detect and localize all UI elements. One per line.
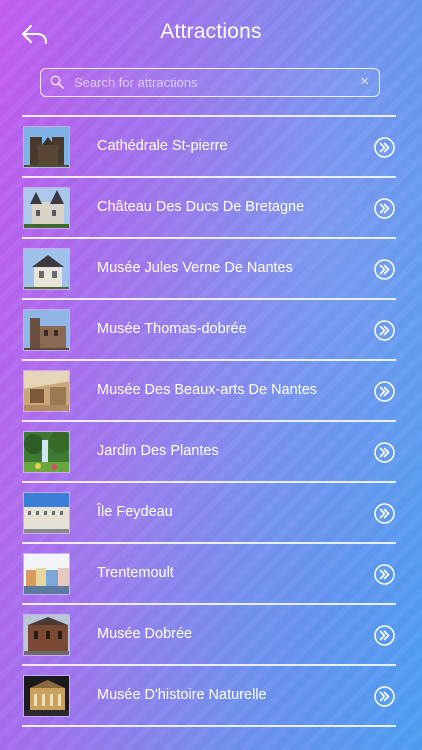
double-chevron-right-icon[interactable] — [374, 258, 395, 280]
attraction-name: Musée Des Beaux-arts De Nantes — [97, 381, 318, 398]
double-chevron-right-icon[interactable] — [374, 624, 395, 646]
attraction-name: Trentemoult — [97, 564, 174, 581]
attraction-thumbnail — [23, 552, 70, 595]
attraction-thumbnail — [23, 308, 70, 351]
attraction-name: Île Feydeau — [97, 503, 173, 520]
list-item[interactable]: Musée D'histoire Naturelle — [22, 666, 396, 726]
attraction-name: Musée Thomas-dobrée — [97, 320, 247, 337]
attraction-name: Musée D'histoire Naturelle — [97, 686, 267, 703]
double-chevron-right-icon[interactable] — [374, 563, 395, 585]
search-icon — [50, 75, 64, 89]
attraction-name: Jardin Des Plantes — [97, 442, 219, 459]
list-item[interactable]: Île Feydeau — [22, 483, 396, 543]
attraction-name: Musée Jules Verne De Nantes — [97, 259, 293, 276]
attraction-thumbnail — [23, 430, 70, 473]
search-input[interactable] — [74, 69, 344, 95]
page-title: Attractions — [160, 20, 262, 43]
list-item[interactable]: Trentemoult — [22, 544, 396, 604]
list-item[interactable]: Musée Dobrée — [22, 605, 396, 665]
double-chevron-right-icon[interactable] — [374, 380, 395, 402]
attraction-thumbnail — [23, 674, 70, 717]
attraction-thumbnail — [23, 247, 70, 290]
list-item[interactable]: Musée Jules Verne De Nantes — [22, 239, 396, 299]
search-bar[interactable]: × — [40, 68, 380, 97]
list-item[interactable]: Cathédrale St-pierre — [22, 117, 396, 177]
list-item[interactable]: Musée Des Beaux-arts De Nantes — [22, 361, 396, 421]
double-chevron-right-icon[interactable] — [374, 441, 395, 463]
double-chevron-right-icon[interactable] — [374, 502, 395, 524]
double-chevron-right-icon[interactable] — [374, 136, 395, 158]
attraction-thumbnail — [23, 369, 70, 412]
attraction-thumbnail — [23, 613, 70, 656]
attraction-name: Château Des Ducs De Bretagne — [97, 198, 305, 215]
attraction-name: Musée Dobrée — [97, 625, 193, 642]
list-item[interactable]: Jardin Des Plantes — [22, 422, 396, 482]
list-item[interactable]: Château Des Ducs De Bretagne — [22, 178, 396, 238]
clear-icon[interactable]: × — [360, 73, 369, 91]
double-chevron-right-icon[interactable] — [374, 685, 395, 707]
list-item[interactable]: Musée Thomas-dobrée — [22, 300, 396, 360]
attraction-thumbnail — [23, 491, 70, 534]
attractions-list: Cathédrale St-pierre Château Des Ducs De… — [22, 115, 396, 727]
double-chevron-right-icon[interactable] — [374, 319, 395, 341]
attraction-name: Cathédrale St-pierre — [97, 137, 228, 154]
list-divider — [22, 725, 396, 727]
attraction-thumbnail — [23, 125, 70, 168]
double-chevron-right-icon[interactable] — [374, 197, 395, 219]
attraction-thumbnail — [23, 186, 70, 229]
header: Attractions — [0, 0, 422, 66]
